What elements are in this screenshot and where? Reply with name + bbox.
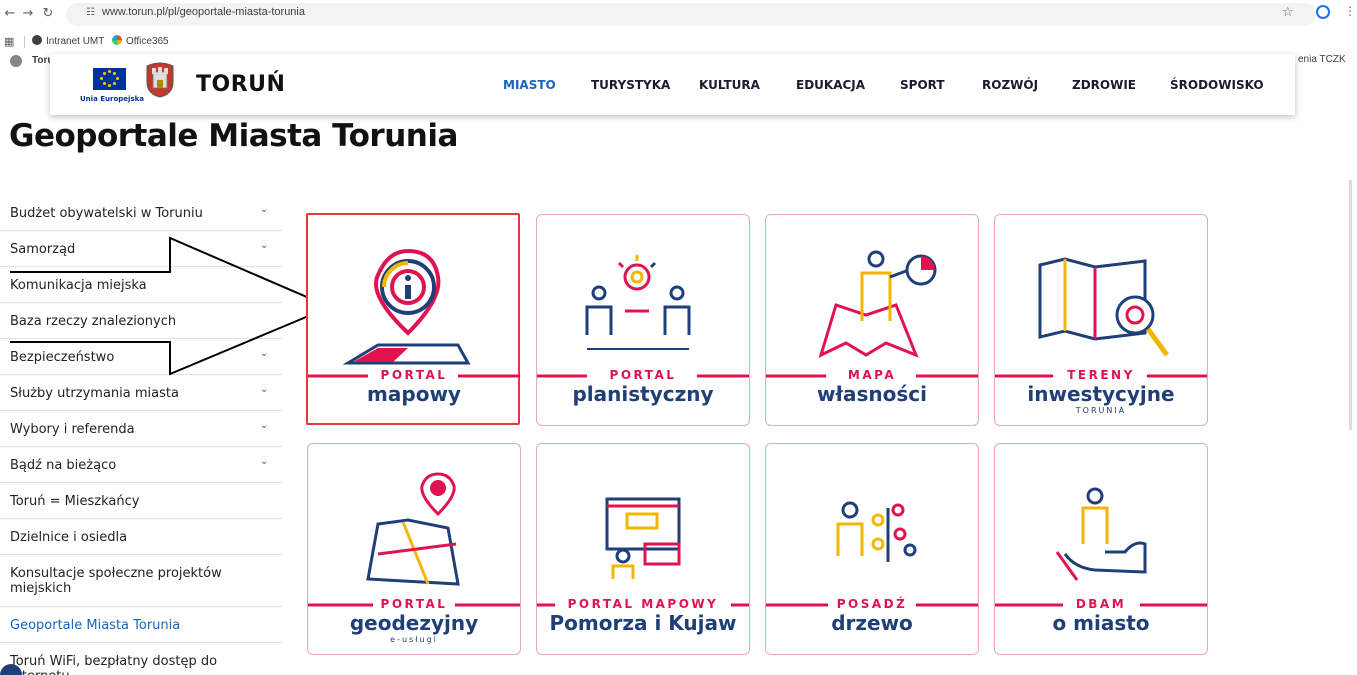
tile-main-label: Pomorza i Kujaw — [549, 611, 737, 635]
tile-portal-pomorza-i-kujaw[interactable]: PORTAL MAPOWY Pomorza i Kujaw — [536, 443, 750, 655]
profile-icon[interactable] — [1316, 5, 1330, 19]
sidebar-item-sluzby[interactable]: Służby utrzymania miasta ⌄ — [0, 375, 283, 411]
sidebar-item-konsultacje[interactable]: Konsultacje społeczne projektów miejskic… — [0, 555, 283, 607]
sidebar-item-label: Geoportale Miasta Torunia — [10, 618, 181, 633]
url-text[interactable]: www.torun.pl/pl/geoportale-miasta-toruni… — [102, 6, 305, 18]
tile-top-label: PORTAL — [609, 368, 677, 382]
nav-turystyka[interactable]: TURYSTYKA — [591, 78, 670, 92]
bookmarks-bar — [0, 31, 1357, 52]
site-favicon-icon — [10, 55, 22, 67]
sidebar-item-dzielnice[interactable]: Dzielnice i osiedla — [0, 519, 283, 555]
sidebar-item-mieszkancy[interactable]: Toruń = Mieszkańcy — [0, 483, 283, 519]
nav-srodowisko[interactable]: ŚRODOWISKO — [1170, 78, 1264, 92]
site-brand[interactable]: TORUŃ — [196, 72, 285, 97]
chevron-down-icon[interactable]: ⌄ — [260, 204, 268, 215]
tile-main-label: planistyczny — [572, 382, 714, 406]
reload-icon[interactable]: ↻ — [40, 6, 56, 21]
back-icon[interactable]: ← — [2, 6, 18, 21]
tile-top-label: MAPA — [847, 368, 897, 382]
tile-top-label: DBAM — [1075, 597, 1127, 611]
bookmarks-divider — [24, 36, 25, 48]
tile-portal-planistyczny[interactable]: PORTAL planistyczny — [536, 214, 750, 426]
eu-flag-icon — [93, 68, 126, 90]
tile-top-label: TERENY — [1067, 368, 1135, 382]
chevron-down-icon[interactable]: ⌄ — [260, 456, 268, 467]
tile-main-label: mapowy — [367, 382, 461, 406]
tile-sub-label: e-usługi — [390, 635, 438, 644]
sidebar-item-wybory[interactable]: Wybory i referenda ⌄ — [0, 411, 283, 447]
site-info-icon[interactable]: ☷ — [86, 7, 95, 18]
nav-kultura[interactable]: KULTURA — [699, 78, 760, 92]
tile-main-label: własności — [817, 382, 927, 406]
tile-top-label: POSADŹ — [836, 597, 908, 611]
browser-menu-icon[interactable]: ⋮ — [1344, 4, 1356, 18]
eu-label: Unia Europejska — [80, 95, 144, 103]
bookmark-office365[interactable]: Office365 — [112, 35, 169, 47]
sidebar-item-wifi[interactable]: Toruń WiFi, bezpłatny dostęp do internet… — [0, 643, 283, 675]
tile-tereny-inwestycyjne[interactable]: TERENY inwestycyjne TORUNIA — [994, 214, 1208, 426]
nav-zdrowie[interactable]: ZDROWIE — [1072, 78, 1136, 92]
sidebar-item-budzet[interactable]: Budżet obywatelski w Toruniu ⌄ — [0, 195, 283, 231]
sidebar-item-label: Toruń = Mieszkańcy — [10, 494, 140, 509]
site-header: Unia Europejska TORUŃ MIASTO TURYSTYKA K… — [50, 54, 1295, 115]
tile-main-label: inwestycyjne — [1027, 382, 1175, 406]
nav-edukacja[interactable]: EDUKACJA — [796, 78, 865, 92]
sidebar-item-label: Bądź na bieżąco — [10, 458, 117, 473]
bookmark-star-icon[interactable]: ☆ — [1282, 5, 1294, 20]
sidebar-item-label: Dzielnice i osiedla — [10, 530, 128, 545]
tile-top-label: PORTAL MAPOWY — [567, 597, 719, 611]
chevron-down-icon[interactable]: ⌄ — [260, 420, 268, 431]
bookmark-intranet[interactable]: Intranet UMT — [32, 35, 104, 47]
tile-main-label: drzewo — [831, 611, 913, 635]
tile-mapa-wlasnosci[interactable]: MAPA własności — [765, 214, 979, 426]
tile-sub-label: TORUNIA — [1075, 406, 1127, 415]
sidebar-item-label: Budżet obywatelski w Toruniu — [10, 206, 203, 221]
tile-main-label: geodezyjny — [349, 611, 479, 635]
nav-miasto[interactable]: MIASTO — [503, 78, 556, 92]
tile-top-label: PORTAL — [380, 597, 448, 611]
tile-portal-mapowy[interactable]: PORTAL mapowy — [306, 213, 520, 425]
tile-dbam-o-miasto[interactable]: DBAM o miasto — [994, 443, 1208, 655]
sidebar-item-label: Służby utrzymania miasta — [10, 386, 179, 401]
sidebar-item-label: Wybory i referenda — [10, 422, 135, 437]
tile-top-label: PORTAL — [380, 368, 448, 382]
background-text-right: enia TCZK — [1298, 54, 1346, 65]
nav-sport[interactable]: SPORT — [900, 78, 945, 92]
apps-grid-icon[interactable]: ▦ — [4, 35, 14, 48]
office-icon — [112, 35, 122, 45]
page-title: Geoportale Miasta Torunia — [9, 118, 458, 154]
page-scrollbar[interactable] — [1349, 180, 1352, 430]
forward-icon[interactable]: → — [20, 6, 36, 21]
sidebar-item-label: Konsultacje społeczne projektów miejskic… — [10, 566, 222, 596]
bookmark-label: Office365 — [126, 36, 169, 47]
tile-posadz-drzewo[interactable]: POSADŹ drzewo — [765, 443, 979, 655]
tile-main-label: o miasto — [1052, 611, 1150, 635]
tile-portal-geodezyjny[interactable]: PORTAL geodezyjny e-usługi — [307, 443, 521, 655]
annotation-arrow-icon — [10, 236, 333, 376]
torun-crest-icon[interactable] — [145, 62, 175, 98]
chevron-down-icon[interactable]: ⌄ — [260, 384, 268, 395]
nav-rozwoj[interactable]: ROZWÓJ — [982, 78, 1038, 92]
sidebar-item-badz-na-biezaco[interactable]: Bądź na bieżąco ⌄ — [0, 447, 283, 483]
sidebar-item-label: Toruń WiFi, bezpłatny dostęp do internet… — [10, 654, 218, 675]
sidebar-item-geoportale[interactable]: Geoportale Miasta Torunia — [0, 607, 283, 643]
globe-icon — [32, 35, 42, 45]
bookmark-label: Intranet UMT — [46, 36, 105, 47]
